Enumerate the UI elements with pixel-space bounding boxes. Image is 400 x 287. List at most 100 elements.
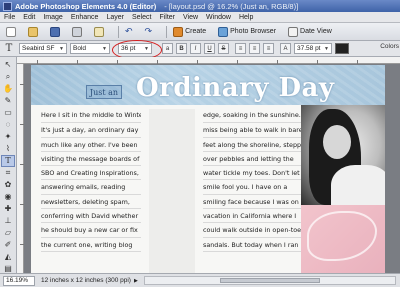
font-family-select[interactable]: Seabird SF ▼ [19, 43, 67, 54]
email-button[interactable] [92, 25, 106, 39]
ruler-tick [20, 244, 24, 245]
menu-file[interactable]: File [4, 14, 15, 21]
zoom-field[interactable]: 16.19% [3, 275, 35, 286]
brush-tool-icon[interactable]: ✐ [2, 240, 14, 250]
date-view-button[interactable]: Date View [286, 25, 334, 39]
app-icon [3, 1, 12, 11]
crop-tool-icon[interactable]: ⌗ [2, 168, 14, 178]
undo-icon: ↶ [125, 26, 133, 36]
text-line: Here I sit in the middle to Winter. [41, 109, 141, 124]
journal-column-right[interactable]: edge, soaking in the sunshine. I miss be… [203, 109, 303, 252]
new-file-button[interactable] [4, 25, 18, 39]
underline-button[interactable]: U [204, 43, 215, 54]
menu-enhance[interactable]: Enhance [71, 14, 99, 21]
menu-layer[interactable]: Layer [106, 14, 124, 21]
move-tool-icon[interactable]: ↖ [2, 60, 14, 70]
title-bar: Adobe Photoshop Elements 4.0 (Editor) - … [0, 0, 400, 12]
text-line: could walk outside in open-toe [203, 223, 303, 238]
create-button[interactable]: Create [171, 25, 208, 39]
menu-window[interactable]: Window [206, 14, 231, 21]
scrollbar-thumb[interactable] [219, 278, 320, 283]
ruler-tick [157, 60, 158, 64]
align-left-button[interactable]: ≡ [235, 43, 246, 54]
menu-view[interactable]: View [183, 14, 198, 21]
page-headline[interactable]: Ordinary Day [136, 73, 335, 103]
document-title: - [layout.psd @ 16.2% (Just an, RGB/8)] [164, 1, 299, 11]
photo-browser-label: Photo Browser [230, 28, 277, 35]
open-button[interactable] [26, 25, 40, 39]
paint-bucket-tool-icon[interactable]: ◭ [2, 252, 14, 262]
ruler-tick [37, 60, 38, 64]
portrait-photo [301, 105, 385, 205]
text-line: vacation in California where I [203, 209, 303, 224]
canvas-area[interactable]: Just an Ordinary Day Here I sit in the m… [17, 57, 400, 273]
zoom-tool-icon[interactable]: ⌕ [2, 72, 14, 82]
font-size-select[interactable]: 36 pt ▼ [112, 40, 162, 60]
anti-alias-button[interactable]: a [162, 43, 173, 54]
title-stamp: Just an [86, 85, 122, 99]
text-line: miss being able to walk in bare [203, 123, 303, 138]
type-tool-icon[interactable]: T [1, 155, 15, 167]
lasso-tool-icon[interactable]: ◌ [2, 120, 14, 130]
swirl-ornament [307, 211, 377, 261]
italic-button[interactable]: I [190, 43, 201, 54]
text-line: feet along the shoreline, stepping [203, 138, 303, 152]
pink-paper-block [301, 205, 385, 273]
healing-brush-tool-icon[interactable]: ✚ [2, 204, 14, 214]
email-icon [94, 26, 104, 37]
text-line: smiling face because I was on [203, 195, 303, 210]
magic-wand-tool-icon[interactable]: ✦ [2, 132, 14, 142]
text-color-swatch[interactable] [335, 43, 349, 54]
eyedropper-tool-icon[interactable]: ✎ [2, 96, 14, 106]
redo-button[interactable]: ↷ [143, 25, 155, 39]
text-line: conferring with David whether [41, 209, 141, 224]
text-line: sandals. But today when I ran [203, 238, 303, 252]
marquee-tool-icon[interactable]: ▭ [2, 108, 14, 118]
shortcuts-bar: ↶ ↷ Create Photo Browser Date View [0, 23, 400, 41]
ruler-tick [237, 60, 238, 64]
journal-column-left[interactable]: Here I sit in the middle to Winter. It's… [41, 109, 141, 252]
clone-stamp-tool-icon[interactable]: ⊥ [2, 216, 14, 226]
undo-button[interactable]: ↶ [123, 25, 135, 39]
photo-browser-icon [218, 26, 229, 37]
document-size-info[interactable]: 12 inches x 12 inches (300 ppi) ▶ [41, 277, 138, 284]
font-style-value: Bold [73, 45, 87, 52]
menu-select[interactable]: Select [132, 14, 151, 21]
menu-image[interactable]: Image [43, 14, 62, 21]
redo-icon: ↷ [144, 26, 153, 36]
colors-palette-label[interactable]: Colors [380, 43, 399, 50]
ruler-tick [277, 60, 278, 64]
eraser-tool-icon[interactable]: ▱ [2, 228, 14, 238]
photo-browser-button[interactable]: Photo Browser [216, 25, 278, 39]
cookie-cutter-tool-icon[interactable]: ✿ [2, 180, 14, 190]
type-tool-preset-icon[interactable]: T [2, 42, 16, 56]
toolbar-separator [166, 25, 168, 38]
ruler-tick [77, 60, 78, 64]
font-style-select[interactable]: Bold ▼ [70, 43, 110, 54]
leading-icon: A [280, 43, 291, 54]
align-center-button[interactable]: ≡ [249, 43, 260, 54]
document-canvas[interactable]: Just an Ordinary Day Here I sit in the m… [31, 65, 385, 273]
chevron-down-icon: ▼ [144, 45, 149, 52]
text-line: water tickle my toes. Don't let this [203, 166, 303, 181]
menu-edit[interactable]: Edit [23, 14, 35, 21]
print-icon [72, 26, 82, 37]
align-right-button[interactable]: ≡ [263, 43, 274, 54]
leading-select[interactable]: 37.58 pt ▼ [294, 43, 332, 54]
calendar-icon [288, 26, 299, 37]
save-button[interactable] [48, 25, 62, 39]
ruler-tick [20, 164, 24, 165]
menu-filter[interactable]: Filter [159, 14, 175, 21]
red-eye-tool-icon[interactable]: ◉ [2, 192, 14, 202]
leading-value: 37.58 pt [297, 45, 321, 52]
horizontal-scrollbar[interactable] [143, 276, 396, 285]
strikethrough-button[interactable]: S [218, 43, 229, 54]
date-view-label: Date View [300, 28, 332, 35]
print-button[interactable] [70, 25, 84, 39]
selection-brush-tool-icon[interactable]: ⌇ [2, 144, 14, 154]
bold-button[interactable]: B [176, 43, 187, 54]
text-line: It's just a day, an ordinary day [41, 123, 141, 138]
menu-help[interactable]: Help [239, 14, 253, 21]
hand-tool-icon[interactable]: ✋ [2, 84, 14, 94]
ruler-tick [357, 60, 358, 64]
